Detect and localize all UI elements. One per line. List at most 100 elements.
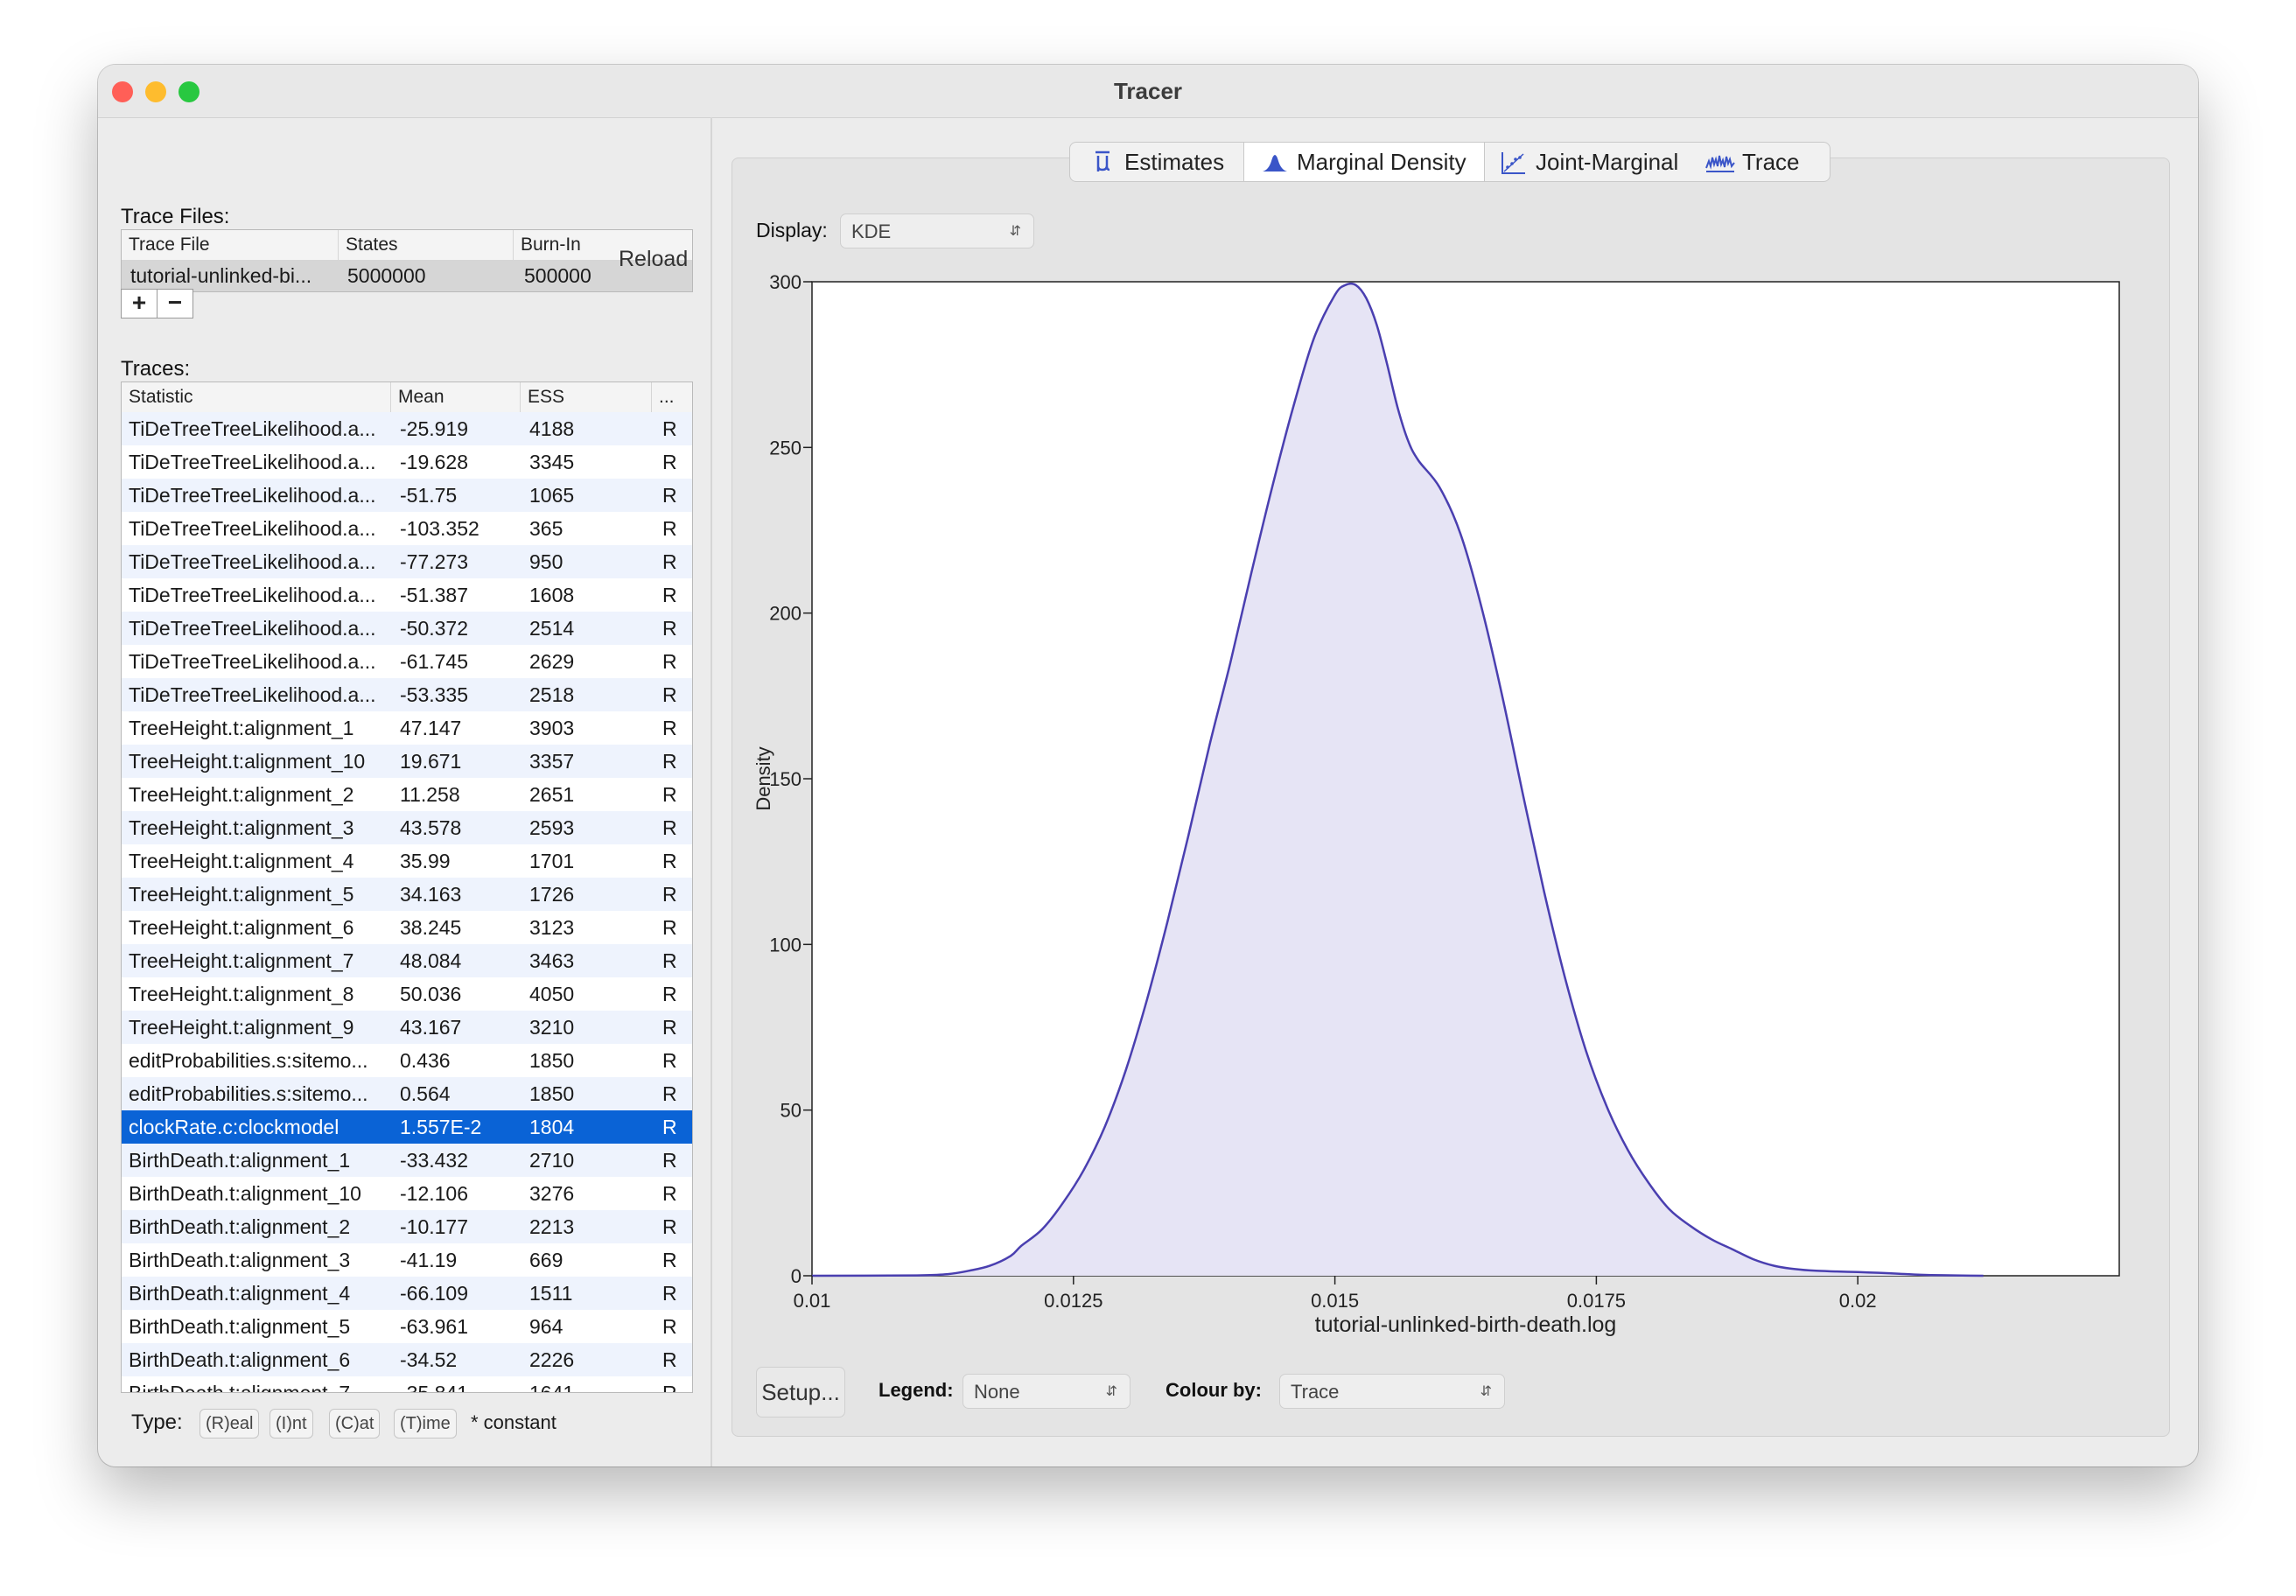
trace-statistic: TiDeTreeTreeLikelihood.a... <box>129 451 376 473</box>
trace-type: R <box>662 883 677 906</box>
chevron-updown-icon: ⇵ <box>1480 1384 1492 1399</box>
type-time-chip: (T)ime <box>394 1409 457 1438</box>
trace-file-burn-in[interactable]: 500000 <box>524 264 592 288</box>
trace-ess: 1850 <box>529 1082 575 1105</box>
tab-marginal-density[interactable]: Marginal Density <box>1243 143 1485 181</box>
trace-mean: -66.109 <box>400 1282 469 1305</box>
trace-row[interactable]: BirthDeath.t:alignment_6 -34.52 2226 R <box>122 1343 692 1376</box>
trace-row[interactable]: BirthDeath.t:alignment_5 -63.961 964 R <box>122 1310 692 1343</box>
setup-button[interactable]: Setup... <box>756 1367 845 1418</box>
trace-row[interactable]: TreeHeight.t:alignment_4 35.99 1701 R <box>122 844 692 878</box>
trace-row[interactable]: editProbabilities.s:sitemo... 0.564 1850 R <box>122 1077 692 1110</box>
trace-row[interactable]: TreeHeight.t:alignment_8 50.036 4050 R <box>122 977 692 1011</box>
trace-mean: -41.19 <box>400 1249 458 1271</box>
column-header-states[interactable]: States <box>339 230 514 260</box>
colour-by-select[interactable]: Trace ⇵ <box>1279 1374 1505 1409</box>
tab-trace[interactable]: Trace <box>1691 143 1830 181</box>
trace-file-row[interactable]: tutorial-unlinked-bi... 5000000 500000 <box>122 260 692 291</box>
trace-row[interactable]: TiDeTreeTreeLikelihood.a... -103.352 365 R <box>122 512 692 545</box>
trace-type: R <box>662 850 677 872</box>
trace-row[interactable]: TiDeTreeTreeLikelihood.a... -61.745 2629 R <box>122 645 692 678</box>
trace-type: R <box>662 1315 677 1338</box>
trace-ess: 669 <box>529 1249 564 1271</box>
trace-type: R <box>662 1348 677 1371</box>
y-axis: 050100150200250300 <box>769 271 812 1287</box>
trace-row[interactable]: TreeHeight.t:alignment_10 19.671 3357 R <box>122 745 692 778</box>
column-header-trace-file[interactable]: Trace File <box>122 230 339 260</box>
trace-row[interactable]: BirthDeath.t:alignment_1 -33.432 2710 R <box>122 1144 692 1177</box>
trace-type: R <box>662 517 677 540</box>
remove-trace-file-button[interactable]: − <box>157 289 193 318</box>
trace-mean: -35.841 <box>400 1382 519 1392</box>
trace-statistic: TreeHeight.t:alignment_8 <box>129 983 354 1005</box>
trace-ess: 4188 <box>529 417 575 440</box>
x-tick-label: 0.01 <box>794 1290 831 1312</box>
trace-row[interactable]: BirthDeath.t:alignment_3 -41.19 669 R <box>122 1243 692 1277</box>
trace-row[interactable]: TiDeTreeTreeLikelihood.a... -53.335 2518 R <box>122 678 692 711</box>
tab-marginal-density-label: Marginal Density <box>1297 149 1466 175</box>
column-header-ess[interactable]: ESS <box>521 382 652 412</box>
trace-row[interactable]: TiDeTreeTreeLikelihood.a... -51.387 1608 R <box>122 578 692 612</box>
display-select[interactable]: KDE ⇵ <box>840 214 1034 248</box>
legend-select[interactable]: None ⇵ <box>962 1374 1130 1409</box>
trace-row[interactable]: TreeHeight.t:alignment_2 11.258 2651 R <box>122 778 692 811</box>
trace-statistic: BirthDeath.t:alignment_4 <box>129 1282 351 1305</box>
trace-row[interactable]: TreeHeight.t:alignment_9 43.167 3210 R <box>122 1011 692 1044</box>
trace-mean: 38.245 <box>400 916 462 939</box>
trace-row[interactable]: BirthDeath.t:alignment_2 -10.177 2213 R <box>122 1210 692 1243</box>
add-trace-file-button[interactable]: + <box>121 289 158 318</box>
y-tick-label: 300 <box>769 271 802 293</box>
column-header-mean[interactable]: Mean <box>391 382 521 412</box>
trace-row[interactable]: clockRate.c:clockmodel 1.557E-2 1804 R <box>122 1110 692 1144</box>
trace-ess: 3123 <box>529 916 575 939</box>
trace-statistic: editProbabilities.s:sitemo... <box>129 1082 368 1105</box>
reload-button[interactable]: Reload <box>619 242 688 276</box>
trace-type: R <box>662 1016 677 1039</box>
trace-ess: 3210 <box>529 1016 575 1039</box>
trace-statistic: TreeHeight.t:alignment_5 <box>129 883 354 906</box>
trace-row[interactable]: TreeHeight.t:alignment_7 48.084 3463 R <box>122 944 692 977</box>
trace-statistic: BirthDeath.t:alignment_5 <box>129 1315 351 1338</box>
trace-row[interactable]: TreeHeight.t:alignment_5 34.163 1726 R <box>122 878 692 911</box>
legend-value: None <box>974 1381 1020 1403</box>
trace-row[interactable]: BirthDeath.t:alignment_10 -12.106 3276 R <box>122 1177 692 1210</box>
trace-row[interactable]: TiDeTreeTreeLikelihood.a... -50.372 2514 R <box>122 612 692 645</box>
trace-row[interactable]: BirthDeath.t:alignment_7 -35.841 1641 R <box>122 1376 692 1392</box>
trace-row[interactable]: TreeHeight.t:alignment_3 43.578 2593 R <box>122 811 692 844</box>
column-header-statistic[interactable]: Statistic <box>122 382 391 412</box>
type-label: Type: <box>131 1410 183 1434</box>
traces-table[interactable]: Statistic Mean ESS ... TiDeTreeTreeLikel… <box>121 382 693 1393</box>
trace-statistic: TiDeTreeTreeLikelihood.a... <box>129 584 376 606</box>
trace-mean: 48.084 <box>400 949 462 972</box>
trace-row[interactable]: TiDeTreeTreeLikelihood.a... -51.75 1065 R <box>122 479 692 512</box>
column-header-type[interactable]: ... <box>652 382 692 412</box>
trace-mean: 47.147 <box>400 717 462 739</box>
y-axis-label: Density <box>752 746 774 810</box>
scatter-icon <box>1502 152 1525 174</box>
trace-statistic: TiDeTreeTreeLikelihood.a... <box>129 683 376 706</box>
trace-row[interactable]: TiDeTreeTreeLikelihood.a... -25.919 4188 R <box>122 412 692 445</box>
y-tick-label: 100 <box>769 934 802 956</box>
y-tick-label: 200 <box>769 603 802 625</box>
tab-joint-marginal[interactable]: Joint-Marginal <box>1483 143 1691 181</box>
trace-statistic: TiDeTreeTreeLikelihood.a... <box>129 517 376 540</box>
trace-row[interactable]: TiDeTreeTreeLikelihood.a... -77.273 950 R <box>122 545 692 578</box>
trace-row[interactable]: TiDeTreeTreeLikelihood.a... -19.628 3345 R <box>122 445 692 479</box>
traces-header: Statistic Mean ESS ... <box>122 382 692 413</box>
trace-type: R <box>662 983 677 1005</box>
trace-ess: 964 <box>529 1315 564 1338</box>
trace-row[interactable]: BirthDeath.t:alignment_4 -66.109 1511 R <box>122 1277 692 1310</box>
left-panel: Trace Files: Trace File States Burn-In t… <box>98 117 710 1466</box>
trace-ess: 950 <box>529 550 564 573</box>
trace-statistic: editProbabilities.s:sitemo... <box>129 1049 368 1072</box>
trace-type: R <box>662 1382 689 1392</box>
trace-mean: -63.961 <box>400 1315 469 1338</box>
trace-ess: 1641 <box>529 1382 648 1392</box>
trace-row[interactable]: TreeHeight.t:alignment_6 38.245 3123 R <box>122 911 692 944</box>
split-divider[interactable] <box>710 117 712 1466</box>
trace-row[interactable]: TreeHeight.t:alignment_1 47.147 3903 R <box>122 711 692 745</box>
tab-estimates[interactable]: Estimates <box>1070 143 1243 181</box>
trace-mean: -10.177 <box>400 1215 469 1238</box>
trace-statistic: BirthDeath.t:alignment_7 <box>129 1382 388 1392</box>
trace-row[interactable]: editProbabilities.s:sitemo... 0.436 1850 R <box>122 1044 692 1077</box>
